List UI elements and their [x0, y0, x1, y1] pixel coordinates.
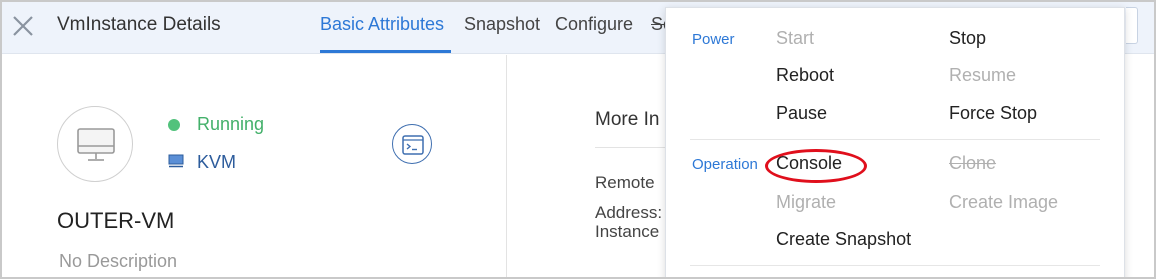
group-label-power: Power: [692, 31, 735, 48]
vm-description: No Description: [59, 251, 178, 271]
kvm-icon: [168, 154, 184, 168]
section-divider: [595, 147, 675, 148]
group-label-operation: Operation: [692, 156, 758, 173]
instance-label: Instance: [595, 222, 660, 241]
address-label: Address:: [595, 203, 663, 222]
menu-item-create-image[interactable]: Create Image: [949, 192, 1058, 213]
vm-status: Running: [197, 114, 265, 134]
remote-label: Remote: [595, 173, 655, 192]
search-input[interactable]: [1126, 7, 1138, 44]
terminal-icon: [402, 135, 424, 155]
monitor-icon: [77, 128, 115, 161]
menu-item-console[interactable]: Console: [776, 153, 842, 174]
vm-name: OUTER-VM: [57, 208, 175, 233]
tab-basic-attributes[interactable]: Basic Attributes: [320, 14, 444, 35]
tab-configure[interactable]: Configure: [555, 14, 633, 35]
page-title: VmInstance Details: [57, 14, 221, 35]
tab-snapshot[interactable]: Snapshot: [464, 14, 540, 35]
menu-item-start[interactable]: Start: [776, 28, 814, 49]
menu-item-resume[interactable]: Resume: [949, 65, 1016, 86]
actions-dropdown-menu: Power Start Stop Reboot Resume Pause For…: [665, 7, 1125, 277]
active-tab-indicator: [320, 50, 451, 53]
menu-item-create-snapshot[interactable]: Create Snapshot: [776, 229, 911, 250]
menu-item-pause[interactable]: Pause: [776, 103, 827, 124]
open-console-button[interactable]: [392, 124, 432, 164]
menu-item-stop[interactable]: Stop: [949, 28, 986, 49]
menu-item-migrate[interactable]: Migrate: [776, 192, 836, 213]
menu-item-reboot[interactable]: Reboot: [776, 65, 834, 86]
vm-details-page: VmInstance Details Basic Attributes Snap…: [0, 0, 1156, 279]
menu-item-clone[interactable]: Clone: [949, 153, 996, 174]
menu-item-force-stop[interactable]: Force Stop: [949, 103, 1037, 124]
hypervisor-type: KVM: [197, 152, 237, 172]
close-icon: [13, 16, 33, 36]
vm-avatar: [57, 106, 133, 182]
column-divider: [506, 55, 507, 277]
menu-separator: [690, 265, 1100, 266]
menu-separator: [690, 139, 1100, 140]
status-indicator-dot: [168, 119, 180, 131]
close-button[interactable]: [10, 13, 36, 39]
more-info-heading: More In: [595, 109, 660, 130]
